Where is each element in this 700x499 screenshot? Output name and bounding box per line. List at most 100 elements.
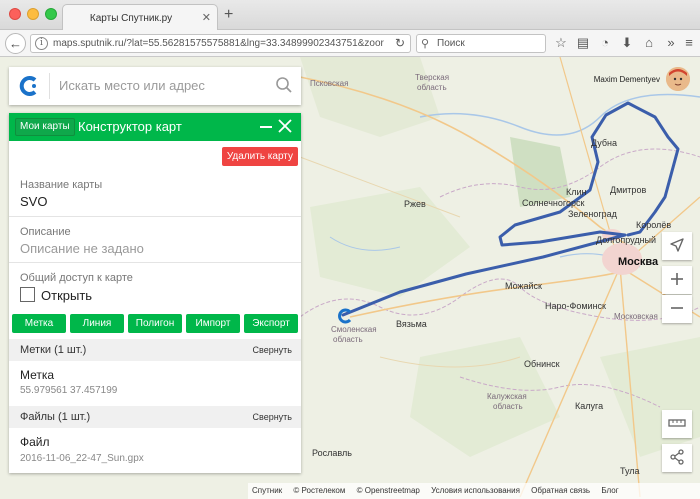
open-access-checkbox[interactable]	[20, 287, 35, 302]
files-section-header: Файлы (1 шт.) Свернуть	[9, 406, 301, 428]
star-icon[interactable]: ☆	[553, 36, 569, 50]
divider	[9, 216, 301, 217]
tab-close-icon[interactable]: ✕	[202, 11, 211, 24]
map-label: область	[333, 335, 363, 344]
file-item-name: 2016-11-06_22-47_Sun.gpx	[20, 453, 144, 464]
map-label: Тверская	[415, 73, 450, 82]
description-label: Описание	[20, 226, 71, 238]
avatar[interactable]	[666, 67, 690, 91]
map-label: Калужская	[487, 392, 527, 401]
map-label: Солнечногорск	[522, 198, 585, 208]
map-label: Московская	[614, 312, 658, 321]
delete-map-button[interactable]: Удалить карту	[221, 147, 298, 166]
files-collapse-button[interactable]: Свернуть	[253, 412, 292, 422]
map-label: Обнинск	[524, 359, 560, 369]
user-name[interactable]: Maxim Dementyev	[594, 75, 660, 84]
browser-search-placeholder: Поиск	[437, 38, 465, 49]
mark-item-title[interactable]: Метка	[20, 368, 54, 382]
zoom-in-button[interactable]	[662, 266, 692, 294]
feedback-link[interactable]: Обратная связь	[531, 486, 590, 495]
description-field[interactable]: Описание не задано	[20, 241, 144, 256]
open-access-label[interactable]: Открыть	[41, 288, 92, 303]
close-window-icon[interactable]	[9, 8, 21, 20]
locate-arrow-icon	[670, 238, 684, 252]
share-button[interactable]	[662, 444, 692, 472]
attribution-sputnik[interactable]: Спутник	[252, 486, 282, 495]
map-label: Рославль	[312, 448, 352, 458]
share-icon	[670, 449, 684, 465]
info-icon[interactable]: i	[35, 37, 48, 50]
plus-icon	[671, 273, 683, 285]
map-search-panel: Искать место или адрес	[9, 67, 301, 105]
map-attribution: Спутник © Ростелеком © Openstreetmap Усл…	[248, 483, 700, 499]
map-label: Тула	[620, 466, 640, 476]
add-mark-button[interactable]: Метка	[12, 314, 66, 333]
mark-item-coords: 55.979561 37.457199	[20, 385, 118, 396]
attribution-rostelecom[interactable]: © Ростелеком	[293, 486, 345, 495]
map-name-field[interactable]: SVO	[20, 194, 47, 209]
map-label: Москва	[618, 256, 659, 268]
menu-icon[interactable]: ≡	[681, 36, 697, 50]
share-label: Общий доступ к карте	[20, 272, 133, 284]
url-text: maps.sputnik.ru/?lat=55.56281575575881&l…	[53, 38, 384, 49]
map-label: Наро-Фоминск	[545, 301, 606, 311]
back-arrow-icon[interactable]: ←	[5, 33, 26, 54]
browser-search-bar[interactable]: ⚲ Поиск	[416, 34, 546, 53]
my-maps-button[interactable]: Мои карты	[15, 118, 75, 136]
import-button[interactable]: Импорт	[186, 314, 240, 333]
map-label: Смоленская	[331, 325, 377, 334]
terms-link[interactable]: Условия использования	[431, 486, 520, 495]
search-icon: ⚲	[421, 38, 430, 50]
minimize-icon[interactable]	[260, 126, 272, 128]
overflow-icon[interactable]: »	[663, 36, 679, 50]
search-icon[interactable]	[275, 76, 293, 94]
map-label: область	[493, 402, 523, 411]
marks-section-title: Метки (1 шт.)	[20, 344, 87, 356]
avatar-image	[666, 67, 690, 91]
maximize-window-icon[interactable]	[45, 8, 57, 20]
constructor-header: Мои карты Конструктор карт	[9, 113, 301, 141]
minus-icon	[671, 307, 683, 309]
locate-button[interactable]	[662, 232, 692, 260]
file-item-title[interactable]: Файл	[20, 435, 50, 449]
map-label: Зеленоград	[568, 209, 617, 219]
constructor-title: Конструктор карт	[78, 119, 182, 134]
route-start-marker-icon[interactable]	[337, 308, 353, 324]
files-section-title: Файлы (1 шт.)	[20, 411, 91, 423]
zoom-out-button[interactable]	[662, 295, 692, 323]
new-tab-icon[interactable]: +	[224, 7, 233, 23]
browser-navbar: ← i maps.sputnik.ru/?lat=55.562815755758…	[0, 30, 700, 57]
ruler-icon	[668, 419, 686, 427]
blog-link[interactable]: Блог	[601, 486, 618, 495]
marks-collapse-button[interactable]: Свернуть	[253, 345, 292, 355]
browser-tab[interactable]: Карты Спутник.ру ✕	[62, 4, 218, 31]
map-name-label: Название карты	[20, 179, 103, 191]
add-polygon-button[interactable]: Полигон	[128, 314, 182, 333]
attribution-osm[interactable]: © Openstreetmap	[357, 486, 420, 495]
divider	[9, 262, 301, 263]
map-label: область	[417, 83, 447, 92]
reload-icon[interactable]: ↻	[395, 36, 405, 50]
home-icon[interactable]: ⌂	[641, 36, 657, 50]
map-label: Долгопрудный	[596, 235, 657, 245]
map-label: Калуга	[575, 401, 604, 411]
ruler-button[interactable]	[662, 410, 692, 438]
reading-list-icon[interactable]: ▤	[575, 36, 591, 50]
browser-titlebar: Карты Спутник.ру ✕ +	[0, 0, 700, 31]
rss-icon[interactable]: ◔	[597, 36, 613, 50]
map-label: Вязьма	[396, 319, 427, 329]
add-line-button[interactable]: Линия	[70, 314, 124, 333]
download-icon[interactable]: ⬇	[619, 36, 635, 50]
map-constructor-panel: Мои карты Конструктор карт Удалить карту…	[9, 113, 301, 473]
url-bar[interactable]: i maps.sputnik.ru/?lat=55.56281575575881…	[30, 34, 411, 53]
marks-section-header: Метки (1 шт.) Свернуть	[9, 339, 301, 361]
export-button[interactable]: Экспорт	[244, 314, 298, 333]
sputnik-logo-icon[interactable]	[15, 73, 41, 99]
place-search-input[interactable]: Искать место или адрес	[59, 78, 205, 93]
minimize-window-icon[interactable]	[27, 8, 39, 20]
divider	[49, 73, 50, 99]
map-label: Королёв	[636, 220, 672, 230]
close-icon[interactable]	[278, 119, 292, 133]
map-label: Псковская	[310, 79, 349, 88]
map-label: Ржев	[404, 199, 426, 209]
